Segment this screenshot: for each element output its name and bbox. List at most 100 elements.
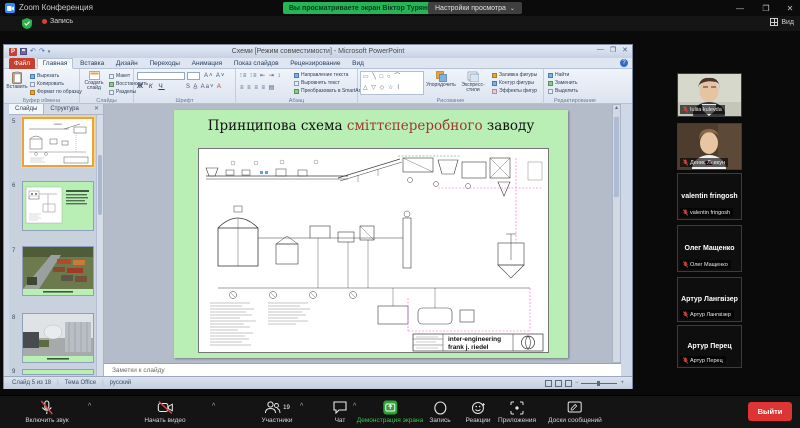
help-icon[interactable]: ?	[620, 59, 628, 67]
quick-styles-button[interactable]: Экспресс-стили	[456, 71, 490, 93]
select-icon	[548, 89, 553, 94]
shield-check-icon[interactable]	[22, 18, 32, 29]
current-slide[interactable]: Принципова схема сміттєпереробного завод…	[174, 110, 568, 358]
whiteboards-button[interactable]: Доски сообщений	[548, 400, 602, 424]
sorter-view-icon[interactable]	[555, 380, 562, 387]
reactions-button[interactable]: Реакции	[465, 400, 490, 424]
view-button[interactable]: Вид	[770, 18, 794, 26]
sections-button[interactable]: Разделы	[109, 89, 136, 95]
tab-view[interactable]: Вид	[347, 58, 369, 69]
format-painter-button[interactable]: Формат по образцу	[30, 89, 82, 95]
font-size-box[interactable]	[187, 72, 200, 80]
panel-tab-slides[interactable]: Слайды	[9, 104, 44, 114]
share-screen-button[interactable]: Демонстрация экрана	[357, 400, 423, 424]
shape-outline-button[interactable]: Контур фигуры	[492, 80, 534, 86]
font-color-icon[interactable]: A	[217, 84, 222, 90]
zoom-in-icon[interactable]: +	[620, 380, 624, 386]
tab-transitions[interactable]: Переходы	[144, 58, 185, 69]
slide-thumbnail-5[interactable]: 5 ▪▪▪▪▪▪▪▪	[9, 117, 103, 173]
font-name-box[interactable]	[137, 72, 185, 80]
thumbnail-image-diagram-text	[22, 181, 94, 231]
plant-diagram-svg: inter-engineering frank j. riedel	[198, 148, 549, 353]
slide-title-suffix: заводу	[483, 118, 535, 134]
muted-camera-icon	[157, 401, 173, 414]
slide-number: 7	[12, 248, 15, 254]
tab-home[interactable]: Главная	[37, 58, 74, 69]
slideshow-view-icon[interactable]	[565, 380, 572, 387]
powerpoint-window: P ↶ ↶ ▾ Схеми [Режим совместимости] - Mi…	[3, 44, 633, 389]
participant-tile-4[interactable]: Олег Мащенко Олег Мащенко	[677, 225, 742, 272]
record-button[interactable]: Запись	[429, 400, 450, 424]
tab-insert[interactable]: Вставка	[75, 58, 109, 69]
align-text-icon	[294, 81, 299, 86]
select-button[interactable]: Выделить	[548, 88, 578, 94]
start-video-button[interactable]: Начать видео	[144, 400, 185, 424]
ppt-maximize-button[interactable]: ❐	[610, 46, 616, 54]
ppt-minimize-button[interactable]: —	[597, 46, 604, 54]
shapes-gallery[interactable]: ▭ ╲ □ ○ ⌒△ ▽ ◇ ☆ ⌇	[360, 71, 424, 95]
zoom-slider[interactable]	[581, 383, 617, 384]
tab-design[interactable]: Дизайн	[111, 58, 143, 69]
grow-shrink-font-icons[interactable]: A˄ A˅	[204, 73, 225, 79]
participant-tile-6[interactable]: Артур Перец Артур Перец	[677, 325, 742, 368]
panel-tab-outline[interactable]: Структура	[44, 104, 84, 114]
record-dot-icon	[42, 19, 47, 24]
shape-fill-button[interactable]: Заливка фигуры	[492, 72, 537, 78]
replace-button[interactable]: Заменить	[548, 80, 577, 86]
bold-button[interactable]: Ж	[137, 83, 145, 90]
shape-effects-button[interactable]: Эффекты фигур	[492, 88, 537, 94]
participant-name: Олег Мащенко	[690, 262, 728, 268]
panel-scrollbar[interactable]	[96, 115, 103, 376]
close-button[interactable]: ✕	[779, 0, 800, 16]
list-buttons[interactable]: ⁝≡ ⁝≡ ⇤ ⇥ ↕	[240, 72, 282, 79]
paste-button[interactable]: Вставить	[6, 71, 28, 90]
status-view-controls[interactable]: −+	[545, 380, 624, 387]
tab-review[interactable]: Рецензирование	[285, 58, 345, 69]
smartart-button[interactable]: Преобразовать в SmartArt	[294, 88, 362, 94]
slide-thumbnail-6[interactable]: 6	[9, 181, 103, 237]
slide-thumbnail-9[interactable]: 9	[9, 369, 103, 376]
participant-tile-1[interactable]: Iuliia kulevda	[677, 73, 742, 117]
smartart-icon	[294, 89, 299, 94]
tab-animations[interactable]: Анимация	[187, 58, 228, 69]
participant-tile-5[interactable]: Артур Лангвізер Артур Лангвізер	[677, 277, 742, 322]
italic-button[interactable]: К	[149, 83, 155, 90]
participant-tile-3[interactable]: valentin fringosh valentin fringosh	[677, 173, 742, 220]
arrange-button[interactable]: Упорядочить	[426, 71, 456, 88]
align-text-button[interactable]: Выровнять текст	[294, 80, 340, 86]
view-settings-button[interactable]: Настройки просмотра⌄	[428, 2, 522, 14]
text-effects-icons[interactable]: S A̲ Aa˅ A	[186, 84, 222, 90]
apps-button[interactable]: Приложения	[498, 400, 536, 424]
find-button[interactable]: Найти	[548, 72, 569, 78]
zoom-out-icon[interactable]: −	[575, 380, 579, 386]
video-options-chevron[interactable]: ^	[212, 403, 215, 410]
maximize-button[interactable]: ❐	[755, 0, 777, 16]
panel-close-icon[interactable]: ✕	[90, 104, 103, 114]
new-slide-button[interactable]: Создать слайд	[81, 71, 107, 91]
participant-tile-2[interactable]: Денис Левкун	[677, 123, 742, 170]
minimize-button[interactable]: —	[729, 0, 751, 16]
copy-button[interactable]: Копировать	[30, 81, 64, 87]
slide-thumbnail-8[interactable]: 8	[9, 313, 103, 371]
ppt-close-button[interactable]: ✕	[622, 46, 628, 54]
tab-file[interactable]: Файл	[9, 58, 35, 69]
layout-button[interactable]: Макет	[109, 73, 130, 79]
chat-button[interactable]: Чат	[333, 400, 347, 424]
cut-button[interactable]: Вырезать	[30, 73, 59, 79]
text-direction-button[interactable]: Направление текста	[294, 72, 348, 78]
slide-thumbnail-7[interactable]: 7	[9, 246, 103, 304]
mic-options-chevron[interactable]: ^	[88, 403, 91, 410]
slide-scrollbar[interactable]: ▲	[612, 104, 621, 363]
participants-options-chevron[interactable]: ^	[300, 403, 303, 410]
unmute-button[interactable]: Включить звук	[25, 400, 68, 424]
font-style-buttons[interactable]: Ж К Ч	[137, 83, 165, 90]
participants-button[interactable]: 19 Участники	[261, 400, 292, 424]
tab-slideshow[interactable]: Показ слайдов	[229, 58, 284, 69]
participant-name-label: Артур Лангвізер	[680, 310, 734, 319]
leave-button[interactable]: Выйти	[748, 402, 792, 421]
copy-icon	[30, 82, 35, 87]
normal-view-icon[interactable]	[545, 380, 552, 387]
underline-button[interactable]: Ч	[158, 83, 164, 90]
align-buttons[interactable]: ≡ ≡ ≡ ≡ ▤	[240, 84, 275, 91]
notes-pane[interactable]: Заметки к слайду	[104, 363, 621, 376]
